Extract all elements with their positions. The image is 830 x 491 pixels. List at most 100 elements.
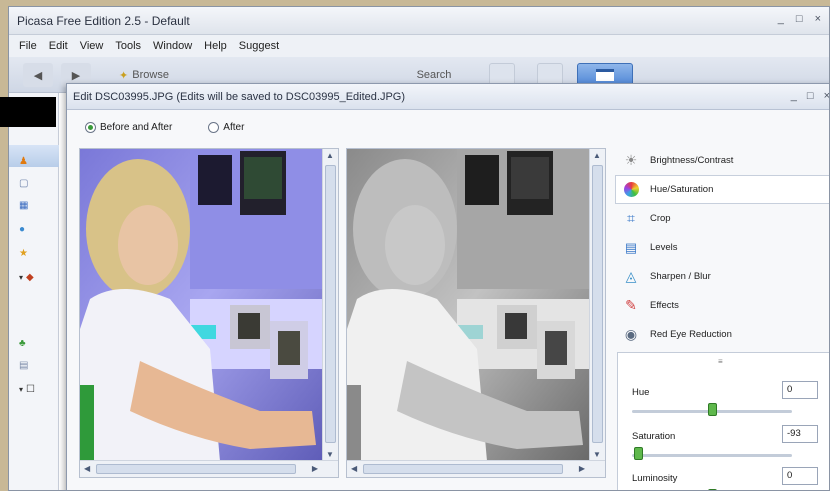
document-icon: ▢ (19, 177, 29, 189)
before-photo-image (80, 149, 322, 461)
tool-effects[interactable]: ✎ Effects (615, 291, 829, 320)
expand-icon[interactable]: ▾ (19, 385, 23, 394)
back-button[interactable]: ◀ (23, 63, 53, 87)
main-window-controls: _ □ × (778, 13, 821, 25)
radio-before-and-after-label: Before and After (100, 122, 173, 133)
tool-sharpen-blur[interactable]: ◬ Sharpen / Blur (615, 262, 829, 291)
tool-crop[interactable]: ⌗ Crop (615, 204, 829, 233)
minimize-button[interactable]: _ (778, 13, 784, 25)
menu-help[interactable]: Help (204, 40, 227, 52)
black-overlay-bar (0, 97, 56, 127)
saturation-control: Saturation -93 (632, 425, 822, 465)
folder-item[interactable]: ▾ ◆ (11, 267, 57, 287)
effects-icon: ✎ (625, 297, 637, 313)
menu-window[interactable]: Window (153, 40, 192, 52)
hue-slider-handle[interactable] (708, 403, 717, 416)
folder-item[interactable]: ▤ (11, 355, 57, 375)
scroll-thumb[interactable] (363, 464, 563, 474)
saturation-value-field[interactable]: -93 (782, 425, 818, 443)
radio-selected-icon[interactable] (85, 122, 96, 133)
panel-grip-icon[interactable]: ≡ (718, 357, 723, 366)
hue-label: Hue (632, 387, 650, 398)
tool-hue-saturation[interactable]: Hue/Saturation (615, 175, 829, 204)
browse-label: Browse (132, 69, 169, 81)
star-icon: ★ (19, 247, 28, 259)
album-icon: ◆ (26, 271, 34, 283)
before-photo (80, 149, 322, 461)
search-label: Search (416, 69, 452, 81)
menu-tools[interactable]: Tools (115, 40, 141, 52)
dialog-close-button[interactable]: × (824, 90, 829, 102)
before-vertical-scrollbar[interactable]: ▲ ▼ (322, 149, 338, 461)
radio-before-and-after[interactable]: Before and After (85, 122, 172, 133)
close-button[interactable]: × (815, 13, 821, 25)
main-titlebar: Picasa Free Edition 2.5 - Default _ □ × (9, 7, 829, 35)
scroll-thumb[interactable] (592, 165, 603, 443)
radio-unselected-icon[interactable] (208, 122, 220, 133)
picasa-window: Picasa Free Edition 2.5 - Default _ □ × … (8, 6, 830, 491)
folder-item[interactable]: ♟ (11, 151, 57, 171)
tool-label: Red Eye Reduction (650, 329, 732, 340)
tool-levels[interactable]: ▤ Levels (615, 233, 829, 262)
window-icon (596, 69, 614, 81)
radio-after[interactable]: After (208, 122, 244, 133)
scroll-left-icon[interactable]: ◀ (351, 464, 357, 473)
tool-brightness-contrast[interactable]: ☀ Brightness/Contrast (615, 146, 829, 175)
menu-edit[interactable]: Edit (49, 40, 68, 52)
color-wheel-icon (622, 181, 640, 199)
scroll-thumb[interactable] (325, 165, 336, 443)
edit-tools-list: ☀ Brightness/Contrast Hue/Saturation ⌗ C… (615, 146, 829, 349)
scroll-right-icon[interactable]: ▶ (312, 464, 318, 473)
dialog-titlebar: Edit DSC03995.JPG (Edits will be saved t… (67, 84, 829, 110)
saturation-slider-track[interactable] (632, 454, 792, 457)
dialog-maximize-button[interactable]: □ (807, 90, 814, 102)
person-icon: ♟ (19, 155, 28, 167)
folder-panel: ♟ ▢ ▦ ● ★ ▾ ◆ ♣ ▤ ▾ ☐ (9, 93, 59, 490)
folder-item[interactable]: ▢ (11, 173, 57, 193)
forward-arrow-icon: ▶ (71, 69, 81, 82)
after-photo (347, 149, 589, 461)
scroll-down-icon[interactable]: ▼ (593, 450, 601, 459)
scroll-up-icon[interactable]: ▲ (593, 151, 601, 160)
dialog-title: Edit DSC03995.JPG (Edits will be saved t… (73, 91, 405, 103)
hue-control: Hue 0 (632, 381, 822, 421)
browse-icon: ✦ (119, 69, 129, 82)
back-arrow-icon: ◀ (33, 69, 43, 82)
before-horizontal-scrollbar[interactable]: ◀ ▶ (80, 460, 338, 477)
after-horizontal-scrollbar[interactable]: ◀ ▶ (347, 460, 605, 477)
folder-item[interactable]: ★ (11, 243, 57, 263)
dialog-minimize-button[interactable]: _ (791, 90, 797, 102)
luminosity-value-field[interactable]: 0 (782, 467, 818, 485)
hue-value-field[interactable]: 0 (782, 381, 818, 399)
grid-icon: ▦ (19, 199, 29, 211)
expand-icon[interactable]: ▾ (19, 273, 23, 282)
crop-icon: ⌗ (627, 210, 635, 226)
menu-file[interactable]: File (19, 40, 37, 52)
saturation-slider-handle[interactable] (634, 447, 644, 460)
folder-item[interactable]: ♣ (11, 333, 57, 353)
view-mode-options: Before and After After (85, 122, 244, 133)
scroll-left-icon[interactable]: ◀ (84, 464, 90, 473)
after-photo-image (347, 149, 589, 461)
app-title: Picasa Free Edition 2.5 - Default (17, 14, 190, 28)
folder-item[interactable]: ▾ ☐ (11, 379, 57, 399)
folder-item[interactable]: ● (11, 219, 57, 239)
scroll-up-icon[interactable]: ▲ (326, 151, 334, 160)
tool-label: Hue/Saturation (650, 184, 714, 195)
scroll-thumb[interactable] (96, 464, 296, 474)
tool-label: Levels (650, 242, 678, 253)
menu-view[interactable]: View (80, 40, 104, 52)
people-icon: ♣ (19, 337, 26, 349)
after-vertical-scrollbar[interactable]: ▲ ▼ (589, 149, 605, 461)
scroll-down-icon[interactable]: ▼ (326, 450, 334, 459)
menu-suggest[interactable]: Suggest (239, 40, 279, 52)
globe-icon: ● (19, 223, 26, 235)
folder-icon: ▤ (19, 359, 29, 371)
tool-red-eye-reduction[interactable]: ◉ Red Eye Reduction (615, 320, 829, 349)
radio-after-label: After (223, 122, 245, 133)
sharpen-icon: ◬ (625, 268, 637, 284)
scroll-right-icon[interactable]: ▶ (579, 464, 585, 473)
levels-icon: ▤ (624, 239, 638, 255)
maximize-button[interactable]: □ (796, 13, 803, 25)
folder-item[interactable]: ▦ (11, 195, 57, 215)
